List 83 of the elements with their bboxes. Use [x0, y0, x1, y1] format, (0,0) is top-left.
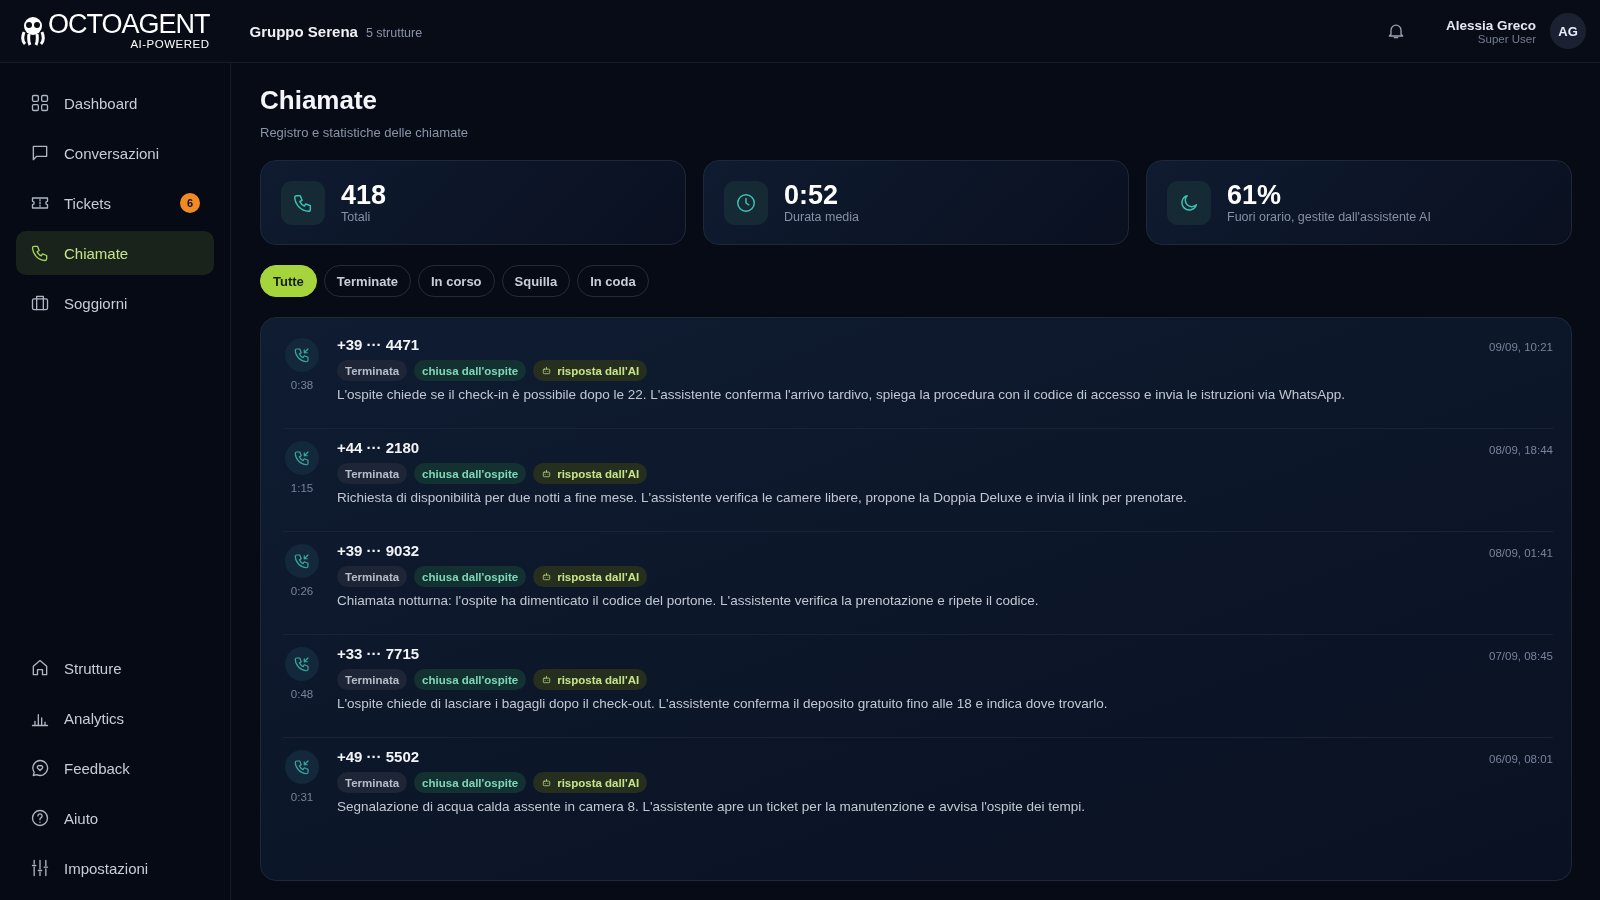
ai-tag: risposta dall'AI [533, 360, 648, 381]
closed-tag: chiusa dall'ospite [414, 566, 527, 587]
stat-label: Totali [341, 209, 372, 224]
call-summary: Chiamata notturna: l'ospite ha dimenticato il codice del portone. L'assistente verifica la prenotazione e ripete il codice. [337, 593, 1040, 608]
logo-tagline: AI-POWERED [130, 39, 210, 51]
ai-tag: risposta dall'AI [533, 566, 648, 587]
call-timestamp: 07/09, 08:45 [1489, 649, 1553, 664]
closed-tag: chiusa dall'ospite [414, 669, 527, 690]
help-icon [30, 808, 50, 828]
call-duration: 0:38 [290, 379, 314, 391]
call-summary: Richiesta di disponibilità per due notti a fine mese. L'assistente verifica le camere libere, propone la Doppia Deluxe e invia il link per prenotare. [337, 490, 1188, 505]
incoming-call-icon [293, 449, 311, 467]
stat-label: Durata media [784, 209, 860, 224]
clock-icon [735, 191, 757, 214]
page-subtitle: Registro e statistiche delle chiamate [260, 125, 470, 140]
phone-number: +39 ··· 9032 [337, 542, 421, 559]
closed-tag: chiusa dall'ospite [414, 463, 527, 484]
feedback-icon [30, 758, 50, 778]
call-timestamp: 08/09, 18:44 [1489, 443, 1553, 458]
robot-icon [541, 674, 553, 685]
sidebar-item[interactable]: Conversazioni [16, 131, 214, 175]
stat-label: Fuori orario, gestite dall'assistente AI [1227, 209, 1431, 224]
sidebar-item[interactable]: Aiuto [16, 796, 214, 840]
status-tag: Terminata [337, 566, 408, 587]
stat-value: 61% [1227, 181, 1283, 210]
ai-tag: risposta dall'AI [533, 463, 648, 484]
stat-value: 0:52 [784, 181, 840, 210]
call-timestamp: 06/09, 08:01 [1489, 752, 1553, 767]
ai-tag: risposta dall'AI [533, 669, 648, 690]
user-name: Alessia Greco [1445, 17, 1536, 33]
home-icon [30, 658, 50, 678]
page-title: Chiamate [260, 85, 379, 116]
sidebar-item[interactable]: Strutture [16, 646, 214, 690]
robot-icon [541, 571, 553, 582]
sidebar-item[interactable]: Soggiorni [16, 281, 214, 325]
organization-name: Gruppo Serena [249, 22, 358, 40]
call-duration: 0:31 [290, 791, 314, 803]
sidebar-item[interactable]: Analytics [16, 696, 214, 740]
call-timestamp: 08/09, 01:41 [1489, 546, 1553, 561]
chat-icon [30, 143, 50, 163]
incoming-call-icon [293, 758, 311, 776]
phone-number: +44 ··· 2180 [337, 439, 421, 456]
octopus-logo-icon [20, 16, 46, 46]
robot-icon [541, 468, 553, 479]
incoming-call-icon [293, 346, 311, 364]
phone-number: +39 ··· 4471 [337, 336, 421, 353]
sidebar-item[interactable]: Tickets 6 [16, 181, 214, 225]
logo-wordmark: OCTOAGENT [48, 11, 210, 39]
sidebar-item[interactable]: Dashboard [16, 81, 214, 125]
phone-number: +33 ··· 7715 [337, 645, 421, 662]
count-badge: 6 [180, 193, 200, 213]
dashboard-icon [30, 93, 50, 113]
closed-tag: chiusa dall'ospite [414, 772, 527, 793]
robot-icon [541, 777, 553, 788]
status-tag: Terminata [337, 772, 408, 793]
stat-value: 418 [341, 181, 387, 210]
user-avatar[interactable]: AG [1550, 13, 1586, 49]
sidebar-item[interactable]: Chiamate [16, 231, 214, 275]
incoming-call-icon [293, 655, 311, 673]
status-tag: Terminata [337, 669, 408, 690]
filter-chip[interactable]: Tutte [260, 265, 317, 297]
user-role: Super User [1477, 32, 1536, 45]
sidebar-item[interactable]: Feedback [16, 746, 214, 790]
property-count: 5 strutture [365, 25, 423, 40]
status-tag: Terminata [337, 360, 408, 381]
suitcase-icon [30, 293, 50, 313]
status-tag: Terminata [337, 463, 408, 484]
call-summary: L'ospite chiede se il check-in è possibile dopo le 22. L'assistente conferma l'arrivo tardivo, spiega la procedura con il codice di accesso e invia le istruzioni via WhatsApp. [337, 387, 1346, 402]
closed-tag: chiusa dall'ospite [414, 360, 527, 381]
settings-icon [30, 858, 50, 878]
sidebar-item[interactable]: Impostazioni [16, 846, 214, 890]
robot-icon [541, 365, 553, 376]
call-summary: Segnalazione di acqua calda assente in camera 8. L'assistente apre un ticket per la manutenzione e avvisa l'ospite dei tempi. [337, 799, 1087, 814]
ai-tag: risposta dall'AI [533, 772, 648, 793]
phone-number: +49 ··· 5502 [337, 748, 421, 765]
phone-icon [30, 243, 50, 263]
call-row[interactable]: 0:26 +39 ··· 9032 Terminata chiusa dall'ospite risposta dall'AI Chiamata notturna: l'ospite ha dimenticato il codice del portone. L'assistente verifica la prenotazione e ripete il codice. 08/09, 01:41 [283, 532, 1553, 635]
call-duration: 0:48 [290, 688, 314, 700]
call-timestamp: 09/09, 10:21 [1489, 340, 1553, 355]
call-summary: L'ospite chiede di lasciare i bagagli dopo il check-out. L'assistente conferma il deposito gratuito fino alle 18 e indica dove trovarlo. [337, 696, 1109, 711]
call-duration: 1:15 [290, 482, 314, 494]
call-duration: 0:26 [290, 585, 314, 597]
incoming-call-icon [293, 552, 311, 570]
